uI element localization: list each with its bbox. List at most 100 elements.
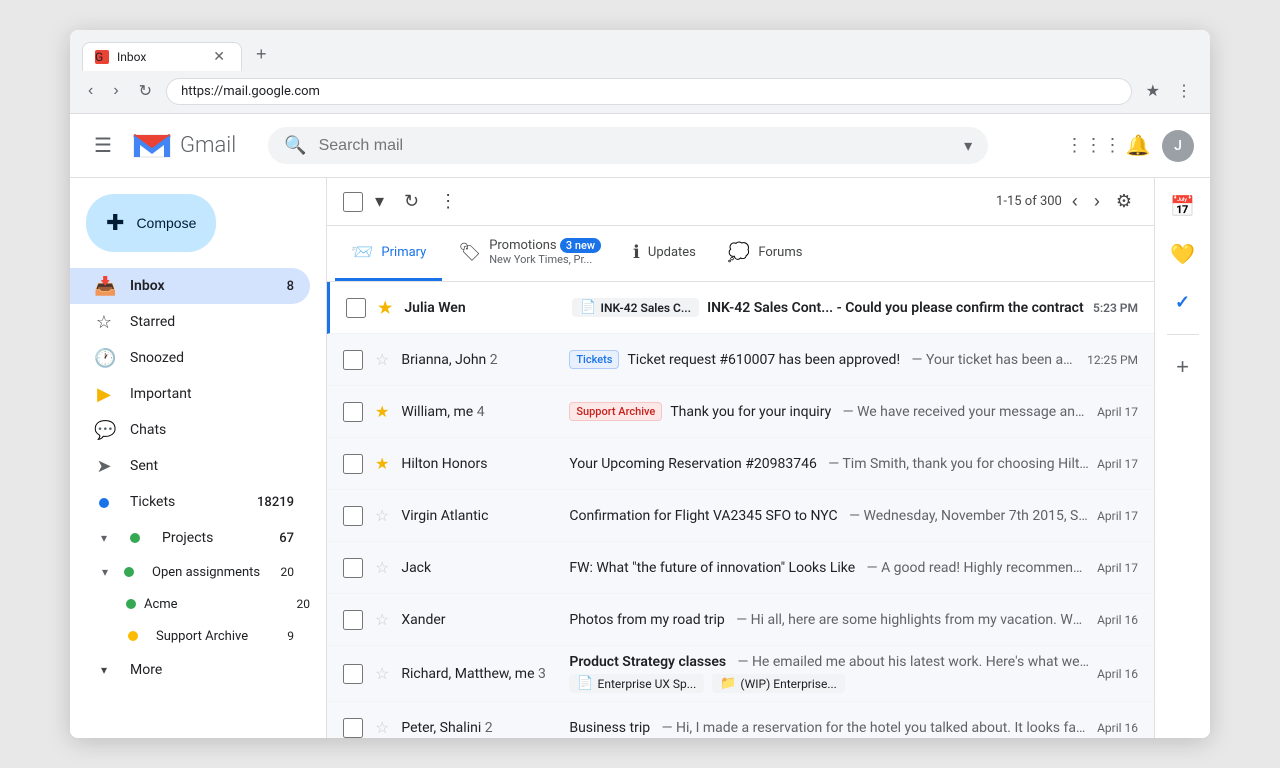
browser-menu-button[interactable]: ⋮: [1170, 77, 1198, 105]
star-icon[interactable]: ☆: [375, 718, 389, 737]
email-checkbox[interactable]: [343, 402, 363, 422]
new-tab-button[interactable]: +: [246, 38, 277, 71]
tickets-badge: 18219: [257, 495, 294, 510]
sidebar-item-support-archive[interactable]: Support Archive 9: [70, 620, 310, 652]
gmail-logo: Gmail: [132, 131, 236, 161]
select-dropdown-button[interactable]: ▾: [367, 185, 392, 218]
star-icon[interactable]: ★: [375, 454, 389, 473]
more-options-button[interactable]: ⋮: [431, 185, 465, 218]
email-time: 5:23 PM: [1093, 301, 1138, 315]
important-label: Important: [130, 386, 294, 402]
sidebar-item-projects[interactable]: ▾ Projects 67: [70, 520, 310, 556]
star-icon[interactable]: ☆: [375, 664, 389, 683]
nav-refresh-button[interactable]: ↻: [133, 77, 158, 105]
browser-tab-gmail[interactable]: G Inbox ✕: [82, 42, 242, 71]
nav-forward-button[interactable]: ›: [107, 78, 124, 104]
chevron-down-icon: ▾: [375, 191, 384, 212]
sidebar-divider: [1167, 334, 1199, 335]
email-label-tag: Support Archive: [569, 402, 662, 421]
more-icon: ▾: [94, 663, 114, 677]
email-row[interactable]: ☆ Jack FW: What "the future of innovatio…: [327, 542, 1154, 594]
more-label: More: [130, 662, 294, 678]
sidebar-item-starred[interactable]: ☆ Starred: [70, 304, 310, 340]
pagination-next-button[interactable]: ›: [1088, 185, 1106, 218]
email-row[interactable]: ★ Julia Wen 📄 INK-42 Sales C... INK-42 S…: [327, 282, 1154, 334]
sidebar-item-sent[interactable]: ➤ Sent: [70, 448, 310, 484]
refresh-button[interactable]: ↻: [396, 185, 427, 218]
search-input[interactable]: [319, 137, 953, 155]
hamburger-menu-button[interactable]: ☰: [86, 125, 120, 166]
compose-label: Compose: [136, 215, 196, 231]
email-time: April 17: [1097, 457, 1138, 471]
sidebar-item-tickets[interactable]: Tickets 18219: [70, 484, 310, 520]
google-calendar-button[interactable]: 📅: [1163, 186, 1203, 226]
add-addon-button[interactable]: +: [1163, 347, 1203, 387]
email-sender: Julia Wen: [404, 300, 564, 316]
avatar-text: J: [1174, 138, 1182, 154]
sidebar-item-inbox[interactable]: 📥 Inbox 8: [70, 268, 310, 304]
email-checkbox[interactable]: [343, 454, 363, 474]
nav-back-button[interactable]: ‹: [82, 78, 99, 104]
sent-icon: ➤: [94, 456, 114, 477]
projects-label: Projects: [162, 530, 263, 546]
search-dropdown-button[interactable]: ▾: [964, 136, 972, 156]
email-checkbox[interactable]: [346, 298, 366, 318]
compose-button[interactable]: ✚ Compose: [86, 194, 216, 252]
settings-icon: ⚙: [1116, 191, 1132, 211]
promotions-tab-badge: 3 new: [560, 238, 601, 253]
star-icon[interactable]: ☆: [375, 558, 389, 577]
browser-action-buttons: ★ ⋮: [1140, 77, 1198, 105]
email-content: FW: What "the future of innovation" Look…: [569, 560, 1089, 576]
email-row[interactable]: ☆ Richard, Matthew, me 3 Product Strateg…: [327, 646, 1154, 702]
email-time: April 17: [1097, 561, 1138, 575]
bookmark-button[interactable]: ★: [1140, 77, 1166, 105]
email-checkbox[interactable]: [343, 610, 363, 630]
star-icon[interactable]: ☆: [375, 350, 389, 369]
sidebar-item-more[interactable]: ▾ More: [70, 652, 310, 688]
email-checkbox[interactable]: [343, 506, 363, 526]
forums-tab-icon: 💭: [728, 242, 750, 263]
apps-button[interactable]: ⋮⋮⋮: [1074, 126, 1114, 166]
email-row[interactable]: ☆ Brianna, John 2 Tickets Ticket request…: [327, 334, 1154, 386]
email-time: April 16: [1097, 667, 1138, 681]
email-checkbox[interactable]: [343, 350, 363, 370]
sidebar-item-important[interactable]: ▶ Important: [70, 376, 310, 412]
email-list: ★ Julia Wen 📄 INK-42 Sales C... INK-42 S…: [327, 282, 1154, 738]
star-icon[interactable]: ★: [378, 298, 392, 317]
star-icon[interactable]: ☆: [375, 506, 389, 525]
email-checkbox[interactable]: [343, 558, 363, 578]
address-bar[interactable]: https://mail.google.com: [166, 78, 1132, 105]
star-icon[interactable]: ☆: [375, 610, 389, 629]
tab-close-button[interactable]: ✕: [213, 49, 225, 65]
email-row[interactable]: ☆ Peter, Shalini 2 Business trip — Hi, I…: [327, 702, 1154, 738]
email-checkbox[interactable]: [343, 718, 363, 738]
tab-forums[interactable]: 💭 Forums: [712, 226, 819, 281]
email-row[interactable]: ☆ Xander Photos from my road trip — Hi a…: [327, 594, 1154, 646]
compose-plus-icon: ✚: [106, 210, 124, 236]
avatar[interactable]: J: [1162, 130, 1194, 162]
settings-button[interactable]: ⚙: [1110, 185, 1138, 218]
email-row[interactable]: ★ William, me 4 Support Archive Thank yo…: [327, 386, 1154, 438]
sidebar-item-acme[interactable]: Acme 20: [70, 588, 310, 620]
star-icon[interactable]: ★: [375, 402, 389, 421]
notifications-button[interactable]: 🔔: [1118, 126, 1158, 166]
email-label-tag: Tickets: [569, 350, 619, 369]
google-tasks-button[interactable]: ✓: [1163, 282, 1203, 322]
email-checkbox[interactable]: [343, 664, 363, 684]
email-row[interactable]: ★ Hilton Honors Your Upcoming Reservatio…: [327, 438, 1154, 490]
tab-primary[interactable]: 📨 Primary: [335, 226, 442, 281]
tab-updates[interactable]: ℹ Updates: [617, 226, 712, 281]
sidebar-item-snoozed[interactable]: 🕐 Snoozed: [70, 340, 310, 376]
email-content: Tickets Ticket request #610007 has been …: [569, 350, 1079, 369]
sidebar-item-open-assignments[interactable]: ▾ Open assignments 20: [70, 556, 310, 588]
email-sender: Virgin Atlantic: [401, 508, 561, 524]
google-keep-button[interactable]: 💛: [1163, 234, 1203, 274]
email-row[interactable]: ☆ Virgin Atlantic Confirmation for Fligh…: [327, 490, 1154, 542]
pagination-prev-button[interactable]: ‹: [1066, 185, 1084, 218]
email-attachments: 📄 Enterprise UX Sp... 📁 (WIP) Enterprise…: [569, 674, 1089, 693]
email-subject: Thank you for your inquiry: [670, 404, 831, 420]
select-all-checkbox[interactable]: [343, 192, 363, 212]
sidebar-item-chats[interactable]: 💬 Chats: [70, 412, 310, 448]
email-attachment: 📁 (WIP) Enterprise...: [712, 674, 845, 693]
tab-promotions[interactable]: 🏷 Promotions 3 new New York Times, Pr...: [442, 226, 617, 281]
